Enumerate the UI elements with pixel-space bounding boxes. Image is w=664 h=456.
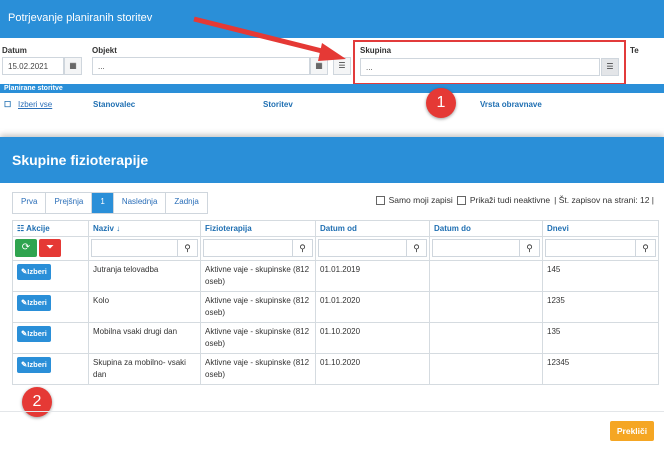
izberi-button[interactable]: ✎Izberi	[17, 357, 51, 373]
badge-2: 2	[22, 387, 52, 417]
search-icon[interactable]: ⚲	[519, 240, 539, 256]
filter-fizio-input[interactable]	[204, 240, 292, 256]
datum-label: Datum	[2, 46, 27, 55]
badge-1: 1	[426, 88, 456, 118]
samo-moji-checkbox[interactable]	[375, 195, 385, 205]
refresh-icon[interactable]: ⟳	[15, 239, 37, 257]
columns-icon[interactable]: ☷	[17, 224, 26, 233]
col-naziv[interactable]: Naziv ↓	[88, 220, 201, 237]
page-title: Potrjevanje planiranih storitev	[8, 12, 153, 24]
filter-clear-icon[interactable]: ⏷	[39, 239, 61, 257]
izberi-button[interactable]: ✎Izberi	[17, 264, 51, 280]
filter-row: ⟳ ⏷ ⚲ ⚲ ⚲ ⚲ ⚲	[12, 236, 659, 261]
options-bar: Samo moji zapisi Prikaži tudi neaktivne …	[375, 195, 654, 205]
col-stanovalec: Stanovalec	[93, 100, 136, 109]
cancel-button[interactable]: Prekliči	[610, 421, 654, 441]
pager-page-1[interactable]: 1	[92, 193, 114, 213]
pager-first[interactable]: Prva	[13, 193, 47, 213]
pager-next[interactable]: Naslednja	[114, 193, 167, 213]
izberi-vse-link[interactable]: Izberi vse	[18, 100, 52, 109]
calendar-icon[interactable]: ▦	[64, 57, 82, 75]
highlight-box	[353, 40, 626, 85]
planirane-subheader: Planirane storitve	[0, 84, 664, 93]
records-per-page: | Št. zapisov na strani: 12 |	[554, 195, 654, 205]
filter-naziv-input[interactable]	[92, 240, 177, 256]
dialog-footer-divider	[0, 411, 664, 412]
table-row: ✎Izberi Kolo Aktivne vaje - skupinske (8…	[12, 291, 659, 323]
prikazi-neaktivne-label: Prikaži tudi neaktivne	[469, 195, 551, 205]
samo-moji-label: Samo moji zapisi	[388, 195, 453, 205]
pager-prev[interactable]: Prejšnja	[46, 193, 93, 213]
filter-do-input[interactable]	[433, 240, 519, 256]
search-icon[interactable]: ⚲	[177, 240, 197, 256]
search-icon[interactable]: ⚲	[635, 240, 655, 256]
pager-last[interactable]: Zadnja	[166, 193, 206, 213]
table-row: ✎Izberi Mobilna vsaki drugi dan Aktivne …	[12, 322, 659, 354]
table-header: ☷ Akcije Naziv ↓ Fizioterapija Datum od …	[12, 220, 659, 237]
col-vrsta: Vrsta obravnave	[480, 100, 542, 109]
datum-input[interactable]: 15.02.2021	[2, 57, 64, 75]
select-all-checkbox[interactable]: ☐	[4, 100, 11, 109]
search-icon[interactable]: ⚲	[292, 240, 312, 256]
dialog-title: Skupine fizioterapije	[0, 137, 664, 183]
col-akcije: ☷ Akcije	[12, 220, 89, 237]
filter-od-input[interactable]	[319, 240, 406, 256]
izberi-button[interactable]: ✎Izberi	[17, 295, 51, 311]
te-label: Te	[630, 46, 639, 55]
col-dnevi[interactable]: Dnevi	[542, 220, 659, 237]
search-icon[interactable]: ⚲	[406, 240, 426, 256]
col-fizioterapija[interactable]: Fizioterapija	[200, 220, 316, 237]
col-datum-od[interactable]: Datum od	[315, 220, 430, 237]
arrow-annotation	[193, 16, 346, 61]
table-row: ✎Izberi Jutranja telovadba Aktivne vaje …	[12, 260, 659, 292]
objekt-label: Objekt	[92, 46, 117, 55]
pager: Prva Prejšnja 1 Naslednja Zadnja	[12, 192, 208, 214]
table-row: ✎Izberi Skupina za mobilno- vsaki dan Ak…	[12, 353, 659, 385]
filter-dnevi-input[interactable]	[546, 240, 635, 256]
izberi-button[interactable]: ✎Izberi	[17, 326, 51, 342]
prikazi-neaktivne-checkbox[interactable]	[456, 195, 466, 205]
skupine-table: ☷ Akcije Naziv ↓ Fizioterapija Datum od …	[12, 220, 659, 385]
dialog-skupine: Skupine fizioterapije Prva Prejšnja 1 Na…	[0, 137, 664, 456]
col-storitev: Storitev	[263, 100, 293, 109]
col-datum-do[interactable]: Datum do	[429, 220, 543, 237]
